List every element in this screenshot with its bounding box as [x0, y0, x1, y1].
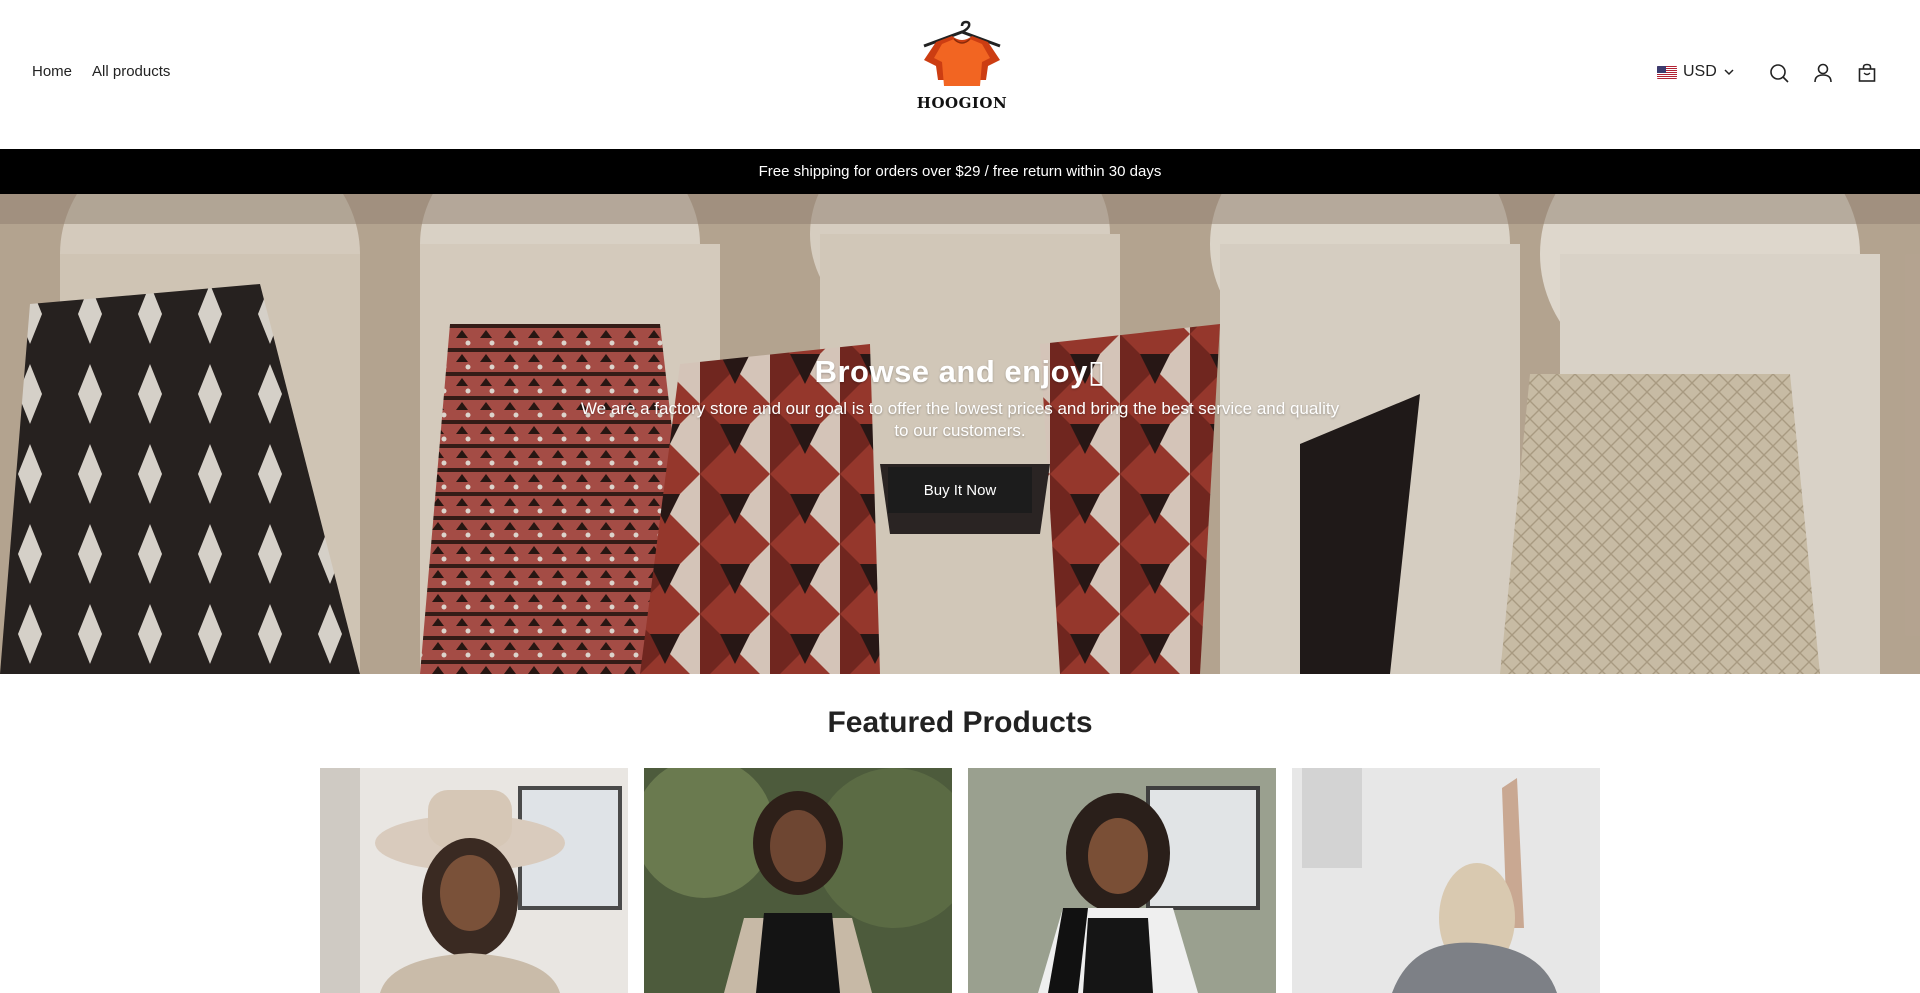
product-card-1[interactable]	[320, 768, 628, 993]
product-image-4	[1292, 768, 1600, 993]
product-image-1	[320, 768, 628, 993]
announcement-text: Free shipping for orders over $29 / free…	[758, 163, 1162, 180]
product-card-2[interactable]	[644, 768, 952, 993]
hero-subtitle: We are a factory store and our goal is t…	[580, 399, 1340, 440]
shopping-bag-icon[interactable]	[1856, 62, 1878, 84]
product-image-3	[968, 768, 1276, 993]
search-icon[interactable]	[1768, 62, 1790, 84]
announcement-bar: Free shipping for orders over $29 / free…	[0, 149, 1920, 194]
currency-selector[interactable]: USD	[1657, 63, 1735, 81]
buy-it-now-button[interactable]: Buy It Now	[888, 467, 1032, 513]
hero-banner: Browse and enjoy▯ We are a factory store…	[0, 194, 1920, 674]
chevron-down-icon	[1724, 69, 1734, 76]
product-grid	[320, 768, 1600, 993]
nav-all-products-link[interactable]: All products	[92, 63, 170, 80]
site-header: Home All products HOOGION USD	[0, 0, 1920, 149]
brand-name: HOOGION	[916, 94, 1008, 112]
header-tools: USD	[1620, 58, 1920, 88]
product-image-2	[644, 768, 952, 993]
hero-title: Browse and enjoy▯	[814, 354, 1106, 389]
us-flag-icon	[1657, 65, 1677, 79]
nav-home-link[interactable]: Home	[32, 63, 72, 80]
brand-logo[interactable]: HOOGION	[912, 20, 1012, 115]
t-shirt-hanger-icon	[923, 20, 1001, 86]
product-card-4[interactable]	[1292, 768, 1600, 993]
featured-products-title: Featured Products	[827, 706, 1093, 739]
product-card-3[interactable]	[968, 768, 1276, 993]
currency-code: USD	[1683, 63, 1717, 80]
user-icon[interactable]	[1812, 62, 1834, 84]
main-nav: Home All products	[32, 63, 170, 80]
